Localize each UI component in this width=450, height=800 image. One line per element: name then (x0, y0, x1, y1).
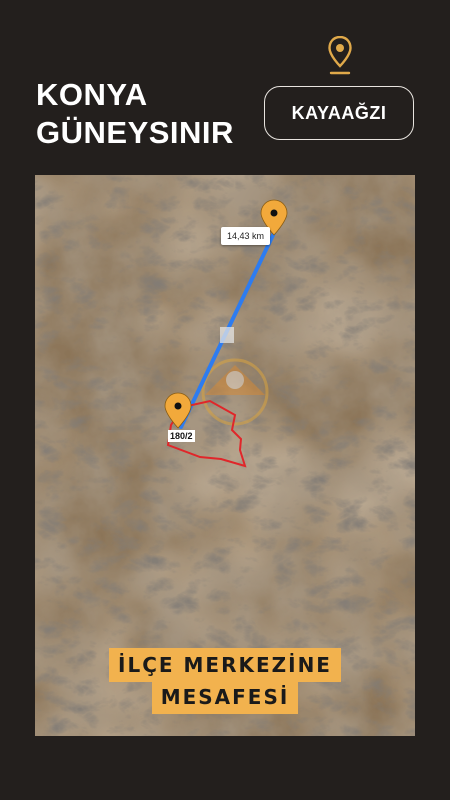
district-name: GÜNEYSINIR (36, 115, 234, 150)
city-name: KONYA (36, 77, 148, 112)
parcel-number-label: 180/2 (168, 430, 195, 442)
caption-line-1: İLÇE MERKEZİNE (109, 648, 341, 682)
distance-label: 14,43 km (221, 227, 271, 245)
caption-line-2: MESAFESİ (151, 680, 299, 714)
satellite-map[interactable]: 14,43 km 180/2 İLÇE MERKEZİNE MESAFESİ (35, 175, 415, 736)
village-button[interactable]: KAYAAĞZI (264, 86, 414, 140)
distance-caption: İLÇE MERKEZİNE MESAFESİ (35, 648, 415, 714)
map-pin-icon (328, 35, 352, 76)
city-title: KONYA GÜNEYSINIR (36, 76, 234, 152)
